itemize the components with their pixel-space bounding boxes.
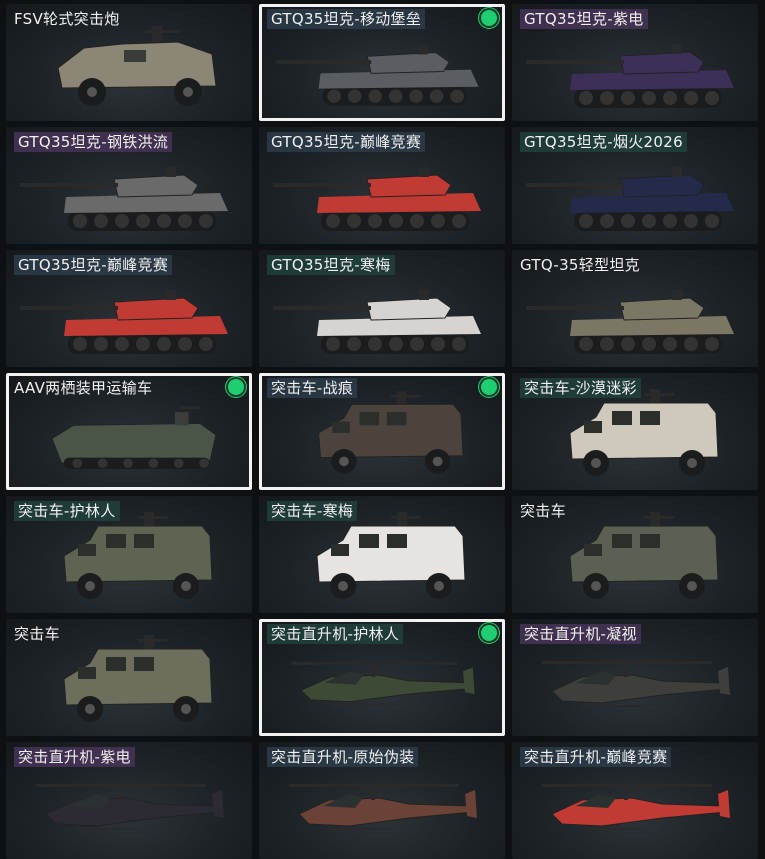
vehicle-skin-name: GTQ35坦克-紫电 [520, 9, 648, 29]
vehicle-skin-tile[interactable]: 突击车-战痕 [259, 373, 505, 490]
equipped-check-icon [228, 379, 244, 395]
vehicle-skin-name: 突击车-寒梅 [267, 501, 358, 521]
vehicle-skin-name: GTQ35坦克-钢铁洪流 [14, 132, 173, 152]
vehicle-skin-tile[interactable]: GTQ35坦克-烟火2026 [512, 127, 758, 244]
vehicle-skin-tile[interactable]: 突击车-寒梅 [259, 496, 505, 613]
vehicle-skin-name: 突击车-沙漠迷彩 [520, 378, 641, 398]
vehicle-skin-name: GTQ-35轻型坦克 [520, 256, 640, 274]
vehicle-skin-name: 突击直升机-巅峰竞赛 [520, 747, 672, 767]
vehicle-skin-tile[interactable]: GTQ35坦克-移动堡垒 [259, 4, 505, 121]
equipped-check-icon [481, 10, 497, 26]
vehicle-skin-name: 突击直升机-凝视 [520, 624, 641, 644]
equipped-check-icon [481, 625, 497, 641]
vehicle-skin-name: AAV两栖装甲运输车 [14, 379, 153, 397]
vehicle-skin-name: 突击直升机-紫电 [14, 747, 135, 767]
vehicle-skin-name: GTQ35坦克-巅峰竞赛 [14, 255, 173, 275]
vehicle-skin-name: FSV轮式突击炮 [14, 10, 120, 28]
vehicle-skin-grid: FSV轮式突击炮 GTQ35坦克-移动堡垒 GTQ35坦克-紫电 GTQ35坦克… [0, 0, 765, 859]
vehicle-skin-name: 突击车 [520, 502, 566, 520]
vehicle-skin-name: 突击车 [14, 625, 60, 643]
vehicle-skin-tile[interactable]: 突击车-护林人 [6, 496, 252, 613]
vehicle-skin-name: 突击车-护林人 [14, 501, 120, 521]
vehicle-skin-tile[interactable]: GTQ35坦克-寒梅 [259, 250, 505, 367]
vehicle-skin-tile[interactable]: 突击车 [6, 619, 252, 736]
vehicle-skin-tile[interactable]: 突击直升机-护林人 [259, 619, 505, 736]
vehicle-skin-name: GTQ35坦克-寒梅 [267, 255, 395, 275]
vehicle-skin-tile[interactable]: 突击车 [512, 496, 758, 613]
equipped-check-icon [481, 379, 497, 395]
vehicle-skin-name: 突击直升机-护林人 [267, 624, 404, 644]
vehicle-skin-tile[interactable]: FSV轮式突击炮 [6, 4, 252, 121]
vehicle-skin-tile[interactable]: GTQ-35轻型坦克 [512, 250, 758, 367]
vehicle-skin-tile[interactable]: 突击直升机-凝视 [512, 619, 758, 736]
vehicle-skin-tile[interactable]: GTQ35坦克-巅峰竞赛 [6, 250, 252, 367]
vehicle-skin-tile[interactable]: 突击直升机-紫电 [6, 742, 252, 859]
vehicle-skin-tile[interactable]: AAV两栖装甲运输车 [6, 373, 252, 490]
vehicle-skin-tile[interactable]: GTQ35坦克-钢铁洪流 [6, 127, 252, 244]
vehicle-skin-name: GTQ35坦克-巅峰竞赛 [267, 132, 426, 152]
vehicle-skin-name: GTQ35坦克-烟火2026 [520, 132, 687, 152]
vehicle-skin-tile[interactable]: GTQ35坦克-巅峰竞赛 [259, 127, 505, 244]
vehicle-skin-name: 突击车-战痕 [267, 378, 358, 398]
vehicle-skin-tile[interactable]: 突击直升机-巅峰竞赛 [512, 742, 758, 859]
vehicle-skin-tile[interactable]: GTQ35坦克-紫电 [512, 4, 758, 121]
vehicle-skin-name: GTQ35坦克-移动堡垒 [267, 9, 426, 29]
vehicle-skin-name: 突击直升机-原始伪装 [267, 747, 419, 767]
vehicle-skin-tile[interactable]: 突击直升机-原始伪装 [259, 742, 505, 859]
vehicle-skin-tile[interactable]: 突击车-沙漠迷彩 [512, 373, 758, 490]
